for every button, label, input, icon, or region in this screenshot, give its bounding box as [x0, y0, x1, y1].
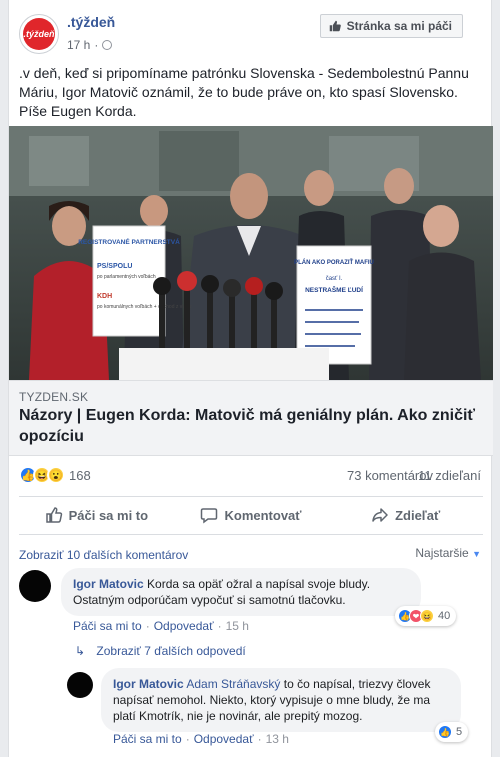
reaction-count: 168	[69, 467, 91, 483]
like-page-button[interactable]: Stránka sa mi páči	[319, 14, 463, 38]
share-action-label: Zdieľať	[395, 507, 441, 523]
wow-reaction-icon: 😮	[47, 466, 65, 484]
reply-author[interactable]: Igor Matovic	[113, 677, 184, 691]
post-photo[interactable]: REGISTROVANÉ PARTNERSTVÁ PS/SPOLU po par…	[9, 126, 493, 380]
comment-action-label: Komentovať	[224, 507, 302, 523]
thumbs-up-icon	[45, 507, 62, 523]
globe-icon	[102, 40, 113, 50]
sign-left-line-3: KDH	[97, 293, 112, 300]
avatar[interactable]	[67, 672, 93, 698]
comment-icon	[201, 508, 218, 524]
more-replies-label: Zobraziť 7 ďalších odpovedí	[96, 644, 246, 658]
comment-reactions[interactable]: 👍 ❤ 😆 40	[395, 606, 457, 626]
sign-left-title: REGISTROVANÉ PARTNERSTVÁ	[78, 237, 180, 246]
like-page-label: Stránka sa mi páči	[346, 19, 452, 33]
haha-reaction-icon: 😆	[420, 609, 434, 623]
reply-actions: Páči sa mi to · Odpovedať · 13 h	[113, 732, 289, 746]
reply-like-link[interactable]: Páči sa mi to	[113, 732, 182, 746]
reply-time[interactable]: 13 h	[266, 732, 289, 746]
comment-reaction-count: 40	[438, 610, 451, 622]
divider	[19, 496, 483, 497]
post-actions: Páči sa mi to Komentovať Zdieľať	[19, 498, 483, 532]
divider	[19, 534, 483, 535]
reply-reactions[interactable]: 👍 5	[435, 722, 469, 742]
like-action-label: Páči sa mi to	[68, 507, 149, 523]
sign-right-sub: časť I.	[326, 276, 343, 282]
more-replies-link[interactable]: ↳ Zobraziť 7 ďalších odpovedí	[75, 644, 246, 658]
comment-author[interactable]: Igor Matovic	[73, 577, 144, 591]
link-preview[interactable]: TYZDEN.SK Názory | Eugen Korda: Matovič …	[9, 380, 493, 456]
more-comments-link[interactable]: Zobraziť 10 ďalších komentárov	[19, 548, 188, 562]
comment-like-link[interactable]: Páči sa mi to	[73, 619, 142, 633]
reply-mention[interactable]: Adam Stráňavský	[186, 677, 280, 691]
share-icon	[372, 508, 388, 522]
sign-right-main: NESTRAŠME ĽUDÍ	[305, 285, 363, 294]
page-name-link[interactable]: .týždeň	[67, 14, 115, 30]
post-header: .týždeň .týždeň 17 h · Stránka sa mi páč…	[9, 0, 491, 62]
comment-action-button[interactable]: Komentovať	[174, 498, 329, 532]
post-meta: 17 h ·	[67, 38, 113, 52]
comment-time[interactable]: 15 h	[226, 619, 249, 633]
post-time[interactable]: 17 h	[67, 38, 90, 52]
like-action-button[interactable]: Páči sa mi to	[19, 498, 174, 532]
sign-left-line-2: po parlamentných voľbách	[97, 274, 156, 280]
sign-left-line-4: po komunálnych voľbách + odchod z vlády	[97, 304, 192, 310]
comment-reply-link[interactable]: Odpovedať	[154, 619, 214, 633]
share-action-button[interactable]: Zdieľať	[328, 498, 483, 532]
link-domain: TYZDEN.SK	[19, 390, 89, 404]
sign-left-line-1: PS/SPOLU	[97, 263, 132, 270]
reply-bubble: Igor Matovic Adam Stráňavský to čo napís…	[101, 668, 461, 732]
caret-down-icon: ▼	[472, 549, 481, 559]
sign-right-title: PLÁN AKO PORAZIŤ MAFIU	[294, 258, 374, 266]
post-card: .týždeň .týždeň 17 h · Stránka sa mi páč…	[8, 0, 493, 757]
reply-arrow-icon: ↳	[75, 644, 86, 658]
like-reaction-icon: 👍	[438, 725, 452, 739]
thumbs-up-icon	[329, 20, 341, 32]
post-reactions[interactable]: 👍 😆 😮 168	[19, 466, 91, 484]
avatar[interactable]	[19, 570, 51, 602]
sort-dropdown[interactable]: Najstaršie ▼	[415, 546, 481, 560]
comments-section: Zobraziť 10 ďalších komentárov Najstarši…	[9, 540, 493, 757]
shares-count-link[interactable]: 11 zdieľaní	[418, 468, 481, 483]
link-title[interactable]: Názory | Eugen Korda: Matovič má geniáln…	[19, 405, 479, 447]
page-avatar[interactable]: .týždeň	[19, 14, 59, 54]
page-logo: .týždeň	[23, 18, 55, 50]
comment-bubble: Igor Matovic Korda sa opäť ožral a napís…	[61, 568, 421, 616]
reply-reaction-count: 5	[456, 726, 463, 738]
reply-reply-link[interactable]: Odpovedať	[194, 732, 254, 746]
post-text: .v deň, keď si pripomíname patrónku Slov…	[19, 65, 469, 119]
press-conference-photo: REGISTROVANÉ PARTNERSTVÁ PS/SPOLU po par…	[9, 126, 493, 380]
comment-actions: Páči sa mi to · Odpovedať · 15 h	[73, 619, 249, 633]
sort-label: Najstaršie	[415, 546, 469, 560]
